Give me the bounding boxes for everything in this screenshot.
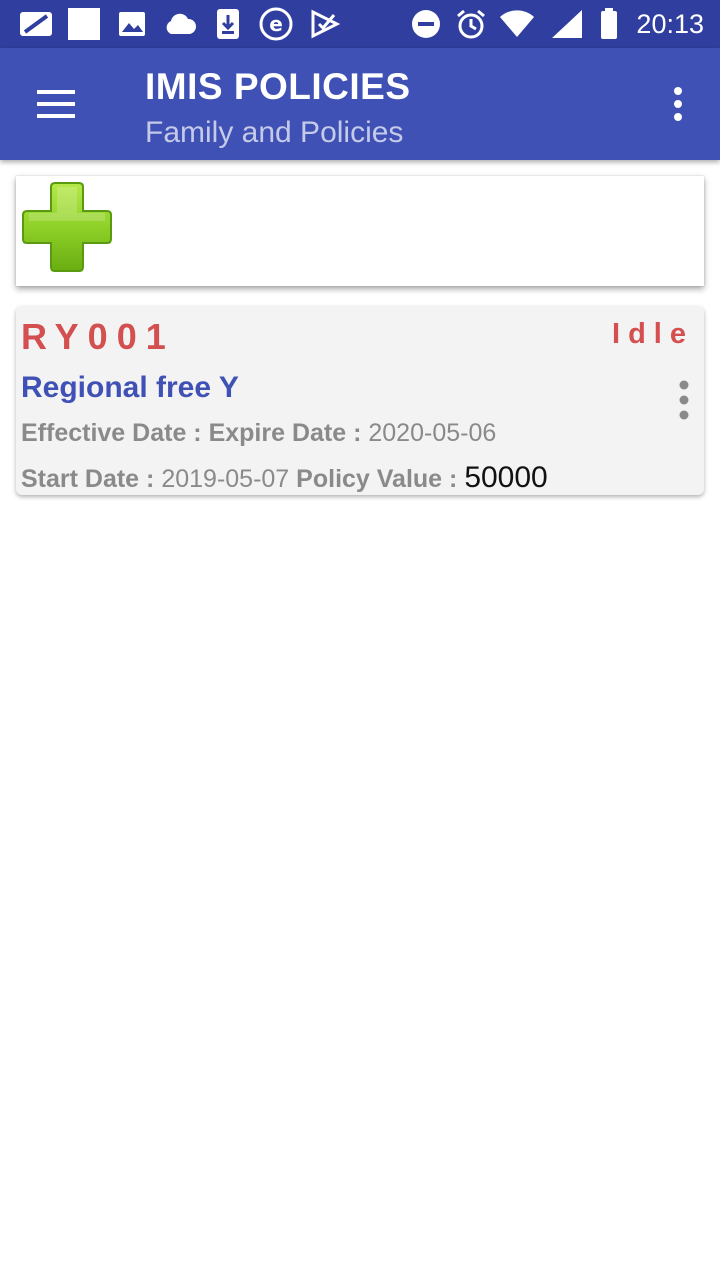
do-not-disturb-icon	[410, 8, 442, 40]
policy-code: RY001	[21, 316, 175, 357]
wifi-icon	[498, 8, 536, 40]
add-plus-icon	[22, 182, 112, 272]
svg-text:e: e	[269, 12, 283, 36]
expire-date-value: 2020-05-06	[368, 419, 497, 447]
policy-card[interactable]: RY001 Idle Regional free Y Effective Dat…	[16, 306, 704, 495]
add-policy-card	[16, 176, 704, 286]
check-app-icon	[308, 8, 342, 40]
cloud-icon	[162, 8, 198, 40]
alarm-icon	[454, 8, 488, 40]
policy-status: Idle	[612, 318, 694, 350]
policy-card-menu-button[interactable]	[672, 378, 696, 422]
hamburger-menu-button[interactable]	[24, 76, 88, 132]
app-bar: IMIS POLICIES Family and Policies	[0, 48, 720, 160]
more-vert-icon	[674, 87, 682, 121]
start-date-label: Start Date :	[21, 465, 155, 493]
status-bar: e 20:13	[0, 0, 720, 48]
add-policy-button[interactable]	[21, 181, 113, 273]
effective-date-label: Effective Date :	[21, 419, 202, 447]
page-subtitle: Family and Policies	[145, 116, 404, 149]
date-row-1: Effective Date : Expire Date : 2020-05-0…	[21, 419, 496, 448]
hamburger-icon	[37, 90, 75, 118]
policy-value-label: Policy Value :	[296, 465, 458, 493]
overflow-menu-button[interactable]	[658, 80, 698, 128]
image-icon	[116, 8, 148, 40]
signal-icon	[550, 8, 584, 40]
policy-value: 50000	[464, 461, 548, 494]
page-title: IMIS POLICIES	[145, 66, 411, 107]
more-vert-icon	[679, 380, 689, 420]
expire-date-label: Expire Date :	[208, 419, 362, 447]
start-date-value: 2019-05-07	[161, 465, 290, 493]
clock: 20:13	[636, 9, 704, 39]
date-row-2: Start Date : 2019-05-07 Policy Value : 5…	[21, 461, 548, 495]
product-name: Regional free Y	[21, 371, 239, 404]
e-app-icon: e	[258, 7, 294, 41]
square-icon	[66, 8, 102, 40]
download-icon	[214, 8, 242, 40]
notification-icon	[18, 8, 54, 40]
battery-icon	[598, 8, 620, 40]
